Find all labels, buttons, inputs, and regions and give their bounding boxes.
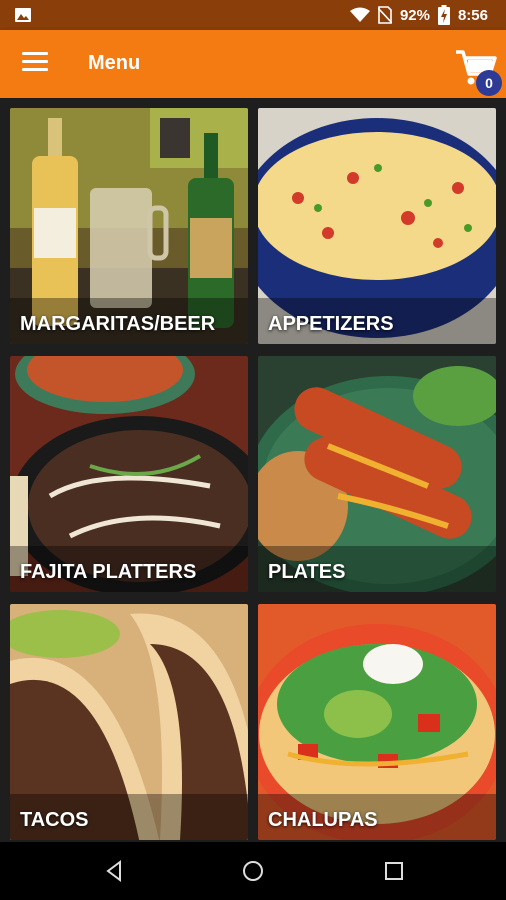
menu-grid: MARGARITAS/BEER APPETIZERS FAJITA PLATTE… <box>0 98 506 842</box>
battery-charging-icon <box>437 5 450 25</box>
tacos-image <box>10 604 248 840</box>
system-nav-bar <box>0 842 506 900</box>
recents-icon[interactable] <box>382 859 406 883</box>
queso-image <box>258 108 496 344</box>
category-tile-margaritas-beer[interactable]: MARGARITAS/BEER <box>10 108 248 344</box>
hamburger-menu-icon[interactable] <box>22 52 48 76</box>
category-tile-fajita-platters[interactable]: FAJITA PLATTERS <box>10 356 248 592</box>
image-icon <box>15 8 31 22</box>
page-title: Menu <box>88 52 141 74</box>
category-label: PLATES <box>268 561 346 583</box>
wifi-icon <box>349 7 370 22</box>
battery-percent: 92% <box>399 6 430 24</box>
category-label: APPETIZERS <box>268 313 394 335</box>
category-label: TACOS <box>20 809 89 831</box>
status-bar: 92% 8:56 <box>0 0 506 30</box>
fajita-image <box>10 356 248 592</box>
app-bar: Menu 0 <box>0 30 506 98</box>
enchilada-image <box>258 356 496 592</box>
back-icon[interactable] <box>102 859 126 883</box>
category-tile-plates[interactable]: PLATES <box>258 356 496 592</box>
category-label: CHALUPAS <box>268 809 378 831</box>
category-tile-chalupas[interactable]: CHALUPAS <box>258 604 496 840</box>
cart-count-badge: 0 <box>476 70 502 96</box>
category-tile-tacos[interactable]: TACOS <box>10 604 248 840</box>
category-tile-appetizers[interactable]: APPETIZERS <box>258 108 496 344</box>
clock: 8:56 <box>457 6 488 24</box>
category-label: MARGARITAS/BEER <box>20 313 216 335</box>
home-icon[interactable] <box>241 859 265 883</box>
chalupas-image <box>258 604 496 840</box>
no-sim-icon <box>377 6 392 24</box>
beer-image <box>10 108 248 344</box>
category-label: FAJITA PLATTERS <box>20 561 197 583</box>
status-right: 92% 8:56 <box>349 0 488 30</box>
